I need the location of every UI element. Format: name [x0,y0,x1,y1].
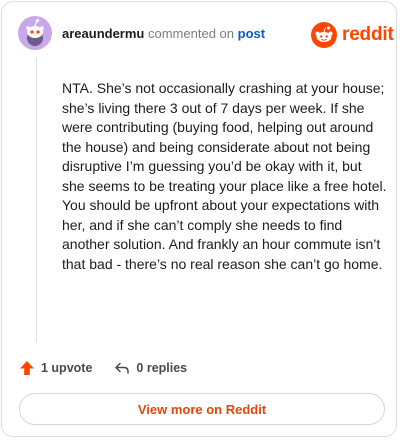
reply-arrow-icon [115,362,130,374]
post-link[interactable]: post [238,26,265,41]
comment-embed-card: areaundermu commented on post reddit NTA… [1,1,397,437]
reddit-logo[interactable]: reddit [311,22,394,48]
view-more-button[interactable]: View more on Reddit [19,393,385,425]
replies-button[interactable]: 0 replies [114,360,187,376]
reddit-wordmark: reddit [342,24,394,45]
commented-on-text: commented on [148,26,234,41]
thread-line [36,58,37,342]
comment-actions: 1 upvote 0 replies [19,360,187,376]
avatar[interactable] [18,16,52,50]
username-link[interactable]: areaundermu [62,26,144,41]
reddit-logo-icon [311,22,337,48]
upvote-button[interactable]: 1 upvote [19,360,92,376]
comment-body: NTA. She’s not occasionally crashing at … [62,80,387,272]
upvote-count: 1 upvote [41,361,93,375]
snoo-avatar-icon [18,16,52,50]
comment-header: areaundermu commented on post [62,26,265,42]
upvote-arrow-icon [20,361,34,375]
replies-count: 0 replies [136,361,188,375]
